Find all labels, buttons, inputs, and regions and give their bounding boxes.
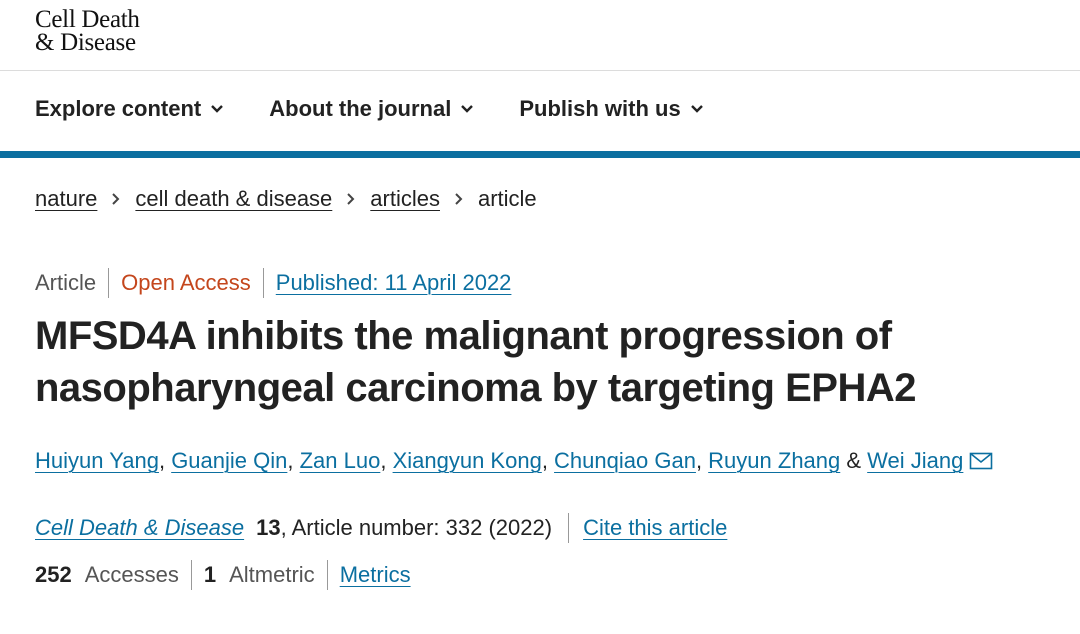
- nav-label: About the journal: [269, 96, 452, 121]
- nav-explore-content[interactable]: Explore content: [35, 96, 225, 122]
- cite-this-article-link[interactable]: Cite this article: [583, 515, 727, 541]
- chevron-right-icon: [97, 192, 135, 206]
- journal-link[interactable]: Cell Death & Disease: [35, 515, 244, 541]
- author-link[interactable]: Guanjie Qin: [171, 448, 287, 474]
- author-list: Huiyun Yang, Guanjie Qin, Zan Luo, Xiang…: [35, 448, 993, 474]
- author-link[interactable]: Wei Jiang: [867, 448, 963, 474]
- envelope-icon[interactable]: [969, 452, 993, 470]
- published-date-link[interactable]: Published: 11 April 2022: [276, 270, 512, 296]
- altmetric-label: Altmetric: [229, 562, 315, 587]
- breadcrumb-articles[interactable]: articles: [370, 186, 440, 212]
- chevron-down-icon: [690, 105, 703, 113]
- header-divider: [0, 70, 1080, 71]
- logo-line-2: & Disease: [35, 29, 136, 56]
- altmetric-count: 1: [203, 562, 217, 587]
- author-link[interactable]: Xiangyun Kong: [393, 448, 542, 474]
- volume: 13: [256, 515, 281, 540]
- divider: [568, 513, 570, 543]
- author-separator: ,: [695, 448, 709, 473]
- author-separator: &: [840, 448, 868, 473]
- accesses-label: Accesses: [84, 562, 179, 587]
- author-separator: ,: [158, 448, 172, 473]
- author-separator: ,: [380, 448, 393, 473]
- nav-label: Publish with us: [519, 96, 681, 121]
- nav-publish-with-us[interactable]: Publish with us: [519, 96, 704, 122]
- author-link[interactable]: Chunqiao Gan: [554, 448, 696, 474]
- divider: [262, 268, 264, 298]
- article-meta: Article Open Access Published: 11 April …: [35, 268, 511, 298]
- metrics-link[interactable]: Metrics: [340, 562, 411, 588]
- accesses-count: 252: [35, 562, 72, 587]
- breadcrumb: nature cell death & disease articles art…: [35, 186, 537, 212]
- chevron-down-icon: [211, 105, 224, 113]
- divider: [190, 560, 192, 590]
- article-title: MFSD4A inhibits the malignant progressio…: [35, 314, 916, 410]
- journal-logo[interactable]: Cell Death & Disease: [35, 6, 140, 56]
- citation-line: Cell Death & Disease 13 , Article number…: [35, 513, 727, 543]
- chevron-right-icon: [332, 192, 370, 206]
- logo-line-1: Cell Death: [35, 6, 140, 33]
- nav-label: Explore content: [35, 96, 202, 121]
- chevron-down-icon: [461, 105, 474, 113]
- breadcrumb-nature[interactable]: nature: [35, 186, 97, 212]
- open-access-label: Open Access: [121, 270, 251, 295]
- divider: [326, 560, 328, 590]
- article-number: , Article number: 332 (2022): [280, 515, 553, 540]
- article-metrics: 252 Accesses 1 Altmetric Metrics: [35, 560, 411, 590]
- nav-about-journal[interactable]: About the journal: [269, 96, 475, 122]
- article-type: Article: [35, 270, 97, 295]
- divider: [108, 268, 110, 298]
- accent-bar: [0, 151, 1080, 158]
- author-link[interactable]: Huiyun Yang: [35, 448, 159, 474]
- chevron-right-icon: [440, 192, 478, 206]
- breadcrumb-current: article: [477, 186, 537, 211]
- author-separator: ,: [541, 448, 555, 473]
- main-nav: Explore content About the journal Publis…: [35, 96, 705, 122]
- author-separator: ,: [287, 448, 300, 473]
- author-link[interactable]: Zan Luo: [300, 448, 381, 474]
- author-link[interactable]: Ruyun Zhang: [708, 448, 840, 474]
- breadcrumb-cell-death-disease[interactable]: cell death & disease: [135, 186, 332, 212]
